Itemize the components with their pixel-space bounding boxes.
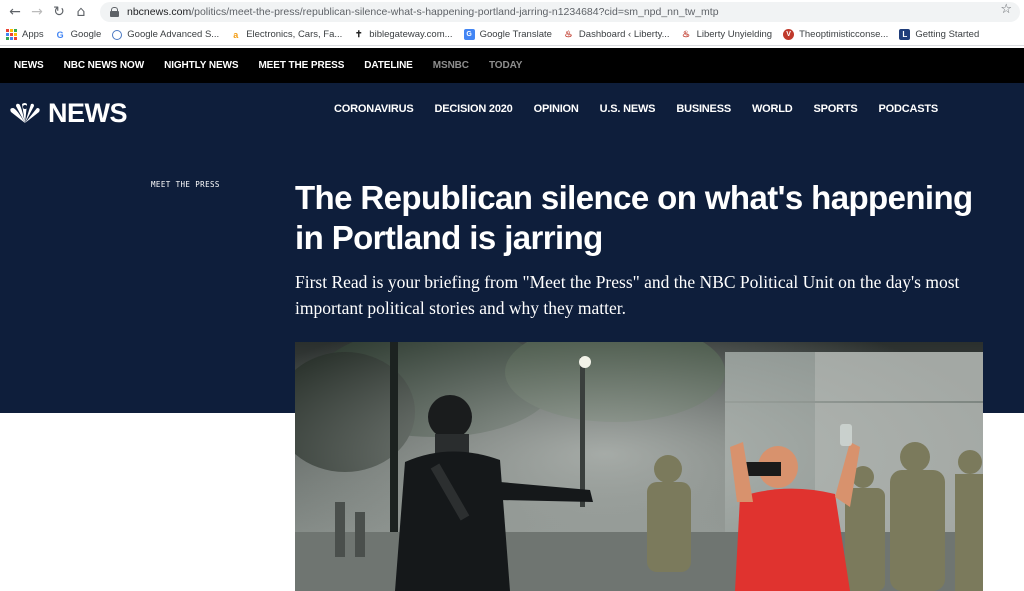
topnav-nbc-news-now[interactable]: NBC NEWS NOW <box>64 60 145 71</box>
bookmark-google[interactable]: G Google <box>55 29 102 40</box>
lead-photo <box>295 342 983 591</box>
v-badge-icon: V <box>783 29 795 40</box>
topnav-nightly-news[interactable]: NIGHTLY NEWS <box>164 60 238 71</box>
address-bar[interactable]: nbcnews.com/politics/meet-the-press/repu… <box>100 2 1020 22</box>
nav-opinion[interactable]: OPINION <box>534 103 579 115</box>
bookmark-biblegateway[interactable]: ✝ biblegateway.com... <box>353 29 453 40</box>
nbc-news-logo[interactable]: NEWS <box>8 98 128 129</box>
reload-icon[interactable]: ↻ <box>48 1 70 23</box>
topnav-msnbc[interactable]: MSNBC <box>433 60 469 71</box>
translate-icon: G <box>463 29 475 40</box>
l-badge-icon: L <box>899 29 911 40</box>
bookmark-dashboard-liberty[interactable]: ♨ Dashboard ‹ Liberty... <box>563 29 669 40</box>
lock-icon <box>110 7 119 17</box>
nav-podcasts[interactable]: PODCASTS <box>879 103 939 115</box>
back-arrow-icon[interactable]: ← <box>4 1 26 23</box>
nav-decision-2020[interactable]: DECISION 2020 <box>435 103 513 115</box>
topnav-news[interactable]: NEWS <box>14 60 44 71</box>
bookmark-liberty-unyielding[interactable]: ♨ Liberty Unyielding <box>681 29 772 40</box>
bookmark-google-translate[interactable]: G Google Translate <box>463 29 552 40</box>
home-icon[interactable]: ⌂ <box>70 1 92 23</box>
amazon-icon: a <box>233 29 239 40</box>
section-label[interactable]: MEET THE PRESS <box>151 180 220 189</box>
nav-business[interactable]: BUSINESS <box>676 103 731 115</box>
bookmark-amazon[interactable]: a Electronics, Cars, Fa... <box>230 29 342 40</box>
nav-us-news[interactable]: U.S. NEWS <box>600 103 656 115</box>
globe-icon <box>112 29 123 40</box>
biblegateway-icon: ✝ <box>355 29 363 39</box>
bookmarks-bar: Apps G Google Google Advanced S... a Ele… <box>0 24 1024 46</box>
nav-sports[interactable]: SPORTS <box>814 103 858 115</box>
topnav-dateline[interactable]: DATELINE <box>364 60 413 71</box>
apps-grid-icon <box>6 29 17 40</box>
bookmark-getting-started[interactable]: L Getting Started <box>899 29 979 40</box>
logo-wordmark: NEWS <box>48 98 128 128</box>
bookmark-google-advanced[interactable]: Google Advanced S... <box>112 29 219 40</box>
bookmark-optimistic-conservative[interactable]: V Theoptimisticconse... <box>783 29 888 40</box>
section-nav: CORONAVIRUS DECISION 2020 OPINION U.S. N… <box>334 103 959 115</box>
nav-coronavirus[interactable]: CORONAVIRUS <box>334 103 414 115</box>
bookmark-apps[interactable]: Apps <box>6 29 44 40</box>
article-dek: First Read is your briefing from "Meet t… <box>295 272 960 318</box>
nav-world[interactable]: WORLD <box>752 103 793 115</box>
bookmark-star-icon[interactable]: ☆ <box>1000 2 1012 17</box>
forward-arrow-icon[interactable]: → <box>26 1 48 23</box>
network-nav: NEWS NBC NEWS NOW NIGHTLY NEWS MEET THE … <box>0 48 1024 83</box>
flame-icon: ♨ <box>564 29 573 39</box>
peacock-icon <box>10 102 40 123</box>
google-icon: G <box>56 29 64 40</box>
browser-toolbar: ← → ↻ ⌂ nbcnews.com/politics/meet-the-pr… <box>0 0 1024 24</box>
flame-icon: ♨ <box>682 29 691 39</box>
topnav-today[interactable]: TODAY <box>489 60 523 71</box>
url-text: nbcnews.com/politics/meet-the-press/repu… <box>127 6 719 18</box>
article-headline: The Republican silence on what's happeni… <box>295 179 973 256</box>
topnav-meet-the-press[interactable]: MEET THE PRESS <box>258 60 344 71</box>
